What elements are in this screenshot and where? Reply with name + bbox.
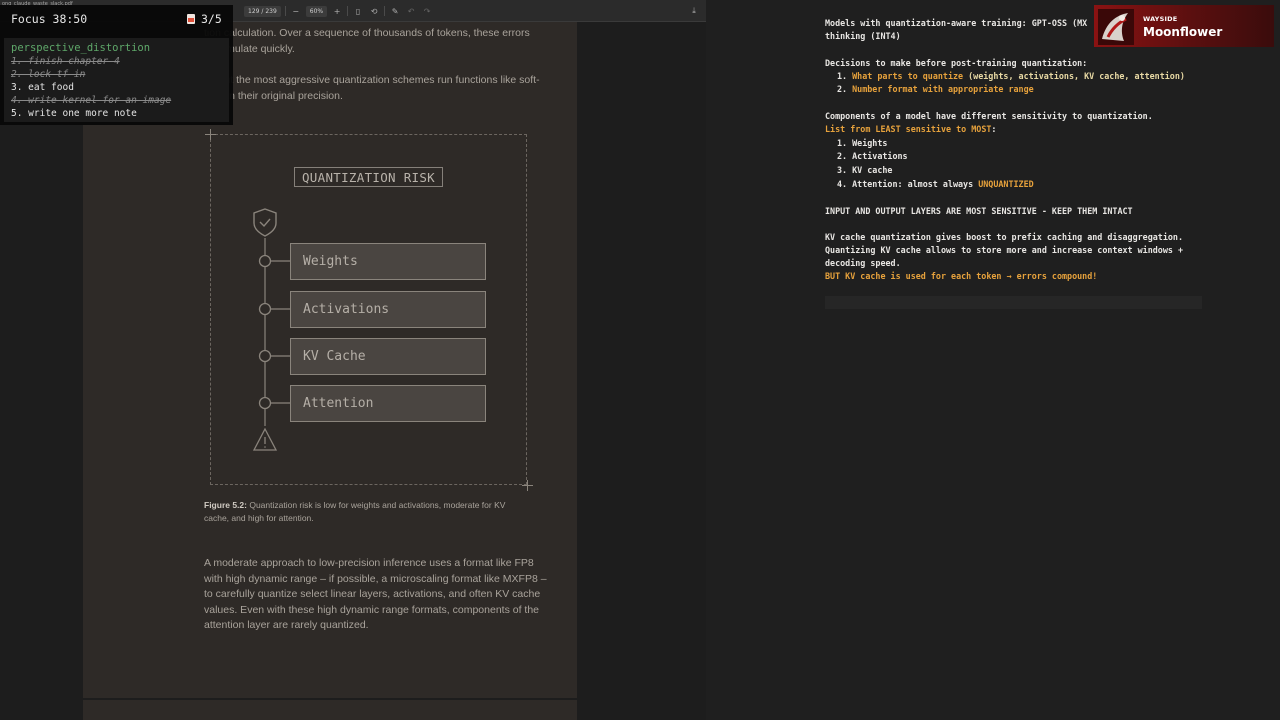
focus-count: 3/5 (201, 12, 222, 26)
note-list-item[interactable]: 4. Attention: almost always UNQUANTIZED (837, 178, 1034, 191)
corner-crosshair (522, 480, 533, 491)
note-line[interactable]: BUT KV cache is used for each token → er… (825, 270, 1097, 283)
note-line[interactable]: Decisions to make before post-training q… (825, 57, 1087, 70)
note-line[interactable]: Models with quantization-aware training:… (825, 17, 1087, 30)
pdf-page-next (83, 700, 577, 720)
risk-box-kv-cache: KV Cache (290, 338, 486, 375)
todo-item[interactable]: 2. lock tf in (11, 69, 85, 80)
note-line[interactable]: KV cache quantization gives boost to pre… (825, 231, 1183, 244)
shield-icon (253, 208, 277, 237)
pdf-paragraph: tion calculation. Over a sequence of tho… (204, 27, 530, 55)
note-line[interactable]: List from LEAST sensitive to MOST: (825, 123, 996, 136)
todo-item[interactable]: 1. finish chapter 4 (11, 56, 120, 67)
focus-progress: 3/5 (187, 12, 222, 26)
pdf-paragraph: All but the most aggressive quantization… (204, 74, 540, 102)
draw-icon[interactable]: ✎ (389, 5, 401, 17)
focus-timer-widget: Focus 38:50 3/5 perspective_distortion 1… (0, 5, 233, 125)
album-art-icon (1098, 9, 1134, 45)
focus-timer: Focus 38:50 (11, 12, 88, 26)
download-icon[interactable]: ⤓ (688, 5, 700, 17)
toolbar-divider (384, 6, 386, 16)
todo-item[interactable]: 5. write one more note (11, 108, 137, 119)
zoom-level[interactable]: 60% (305, 5, 328, 17)
figure-title: QUANTIZATION RISK (294, 167, 443, 187)
badge-track-name: Moonflower (1143, 25, 1223, 39)
notes-editor[interactable]: Models with quantization-aware training:… (706, 0, 1280, 720)
pdf-paragraph: A moderate approach to low-precision inf… (204, 557, 547, 631)
document-icon (187, 14, 195, 24)
todo-list: perspective_distortion 1. finish chapter… (4, 38, 229, 122)
note-line[interactable]: thinking (INT4) (825, 30, 901, 43)
corner-crosshair (205, 129, 216, 140)
badge-label: WAYSIDE (1143, 15, 1178, 23)
note-current-line[interactable] (825, 296, 1202, 309)
risk-box-attention: Attention (290, 385, 486, 422)
undo-icon[interactable]: ↶ (405, 5, 417, 17)
toolbar-divider (347, 6, 349, 16)
todo-item[interactable]: 4. write kernel for an image (11, 95, 171, 106)
zoom-out-button[interactable]: − (290, 5, 302, 17)
note-list-item[interactable]: 2. Number format with appropriate range (837, 83, 1034, 96)
note-list-item[interactable]: 1. Weights (837, 137, 887, 150)
redo-icon[interactable]: ↷ (421, 5, 433, 17)
risk-box-activations: Activations (290, 291, 486, 328)
todo-heading: perspective_distortion (11, 42, 151, 54)
note-line[interactable]: Components of a model have different sen… (825, 110, 1153, 123)
note-line[interactable]: Quantizing KV cache allows to store more… (825, 244, 1183, 257)
rotate-icon[interactable]: ⟲ (368, 5, 380, 17)
note-line[interactable]: decoding speed. (825, 257, 901, 270)
figure-caption: Figure 5.2: Quantization risk is low for… (204, 500, 506, 523)
fit-page-icon[interactable]: ▯ (352, 5, 364, 17)
now-playing-badge: WAYSIDE Moonflower (1094, 5, 1274, 47)
todo-item[interactable]: 3. eat food (11, 82, 74, 93)
risk-box-weights: Weights (290, 243, 486, 280)
note-list-item[interactable]: 3. KV cache (837, 164, 892, 177)
page-number-input[interactable]: 129 / 239 (244, 5, 281, 17)
zoom-in-button[interactable]: + (331, 5, 343, 17)
note-line[interactable]: INPUT AND OUTPUT LAYERS ARE MOST SENSITI… (825, 205, 1133, 218)
note-list-item[interactable]: 1. What parts to quantize (weights, acti… (837, 70, 1185, 83)
note-list-item[interactable]: 2. Activations (837, 150, 908, 163)
toolbar-divider (284, 6, 286, 16)
